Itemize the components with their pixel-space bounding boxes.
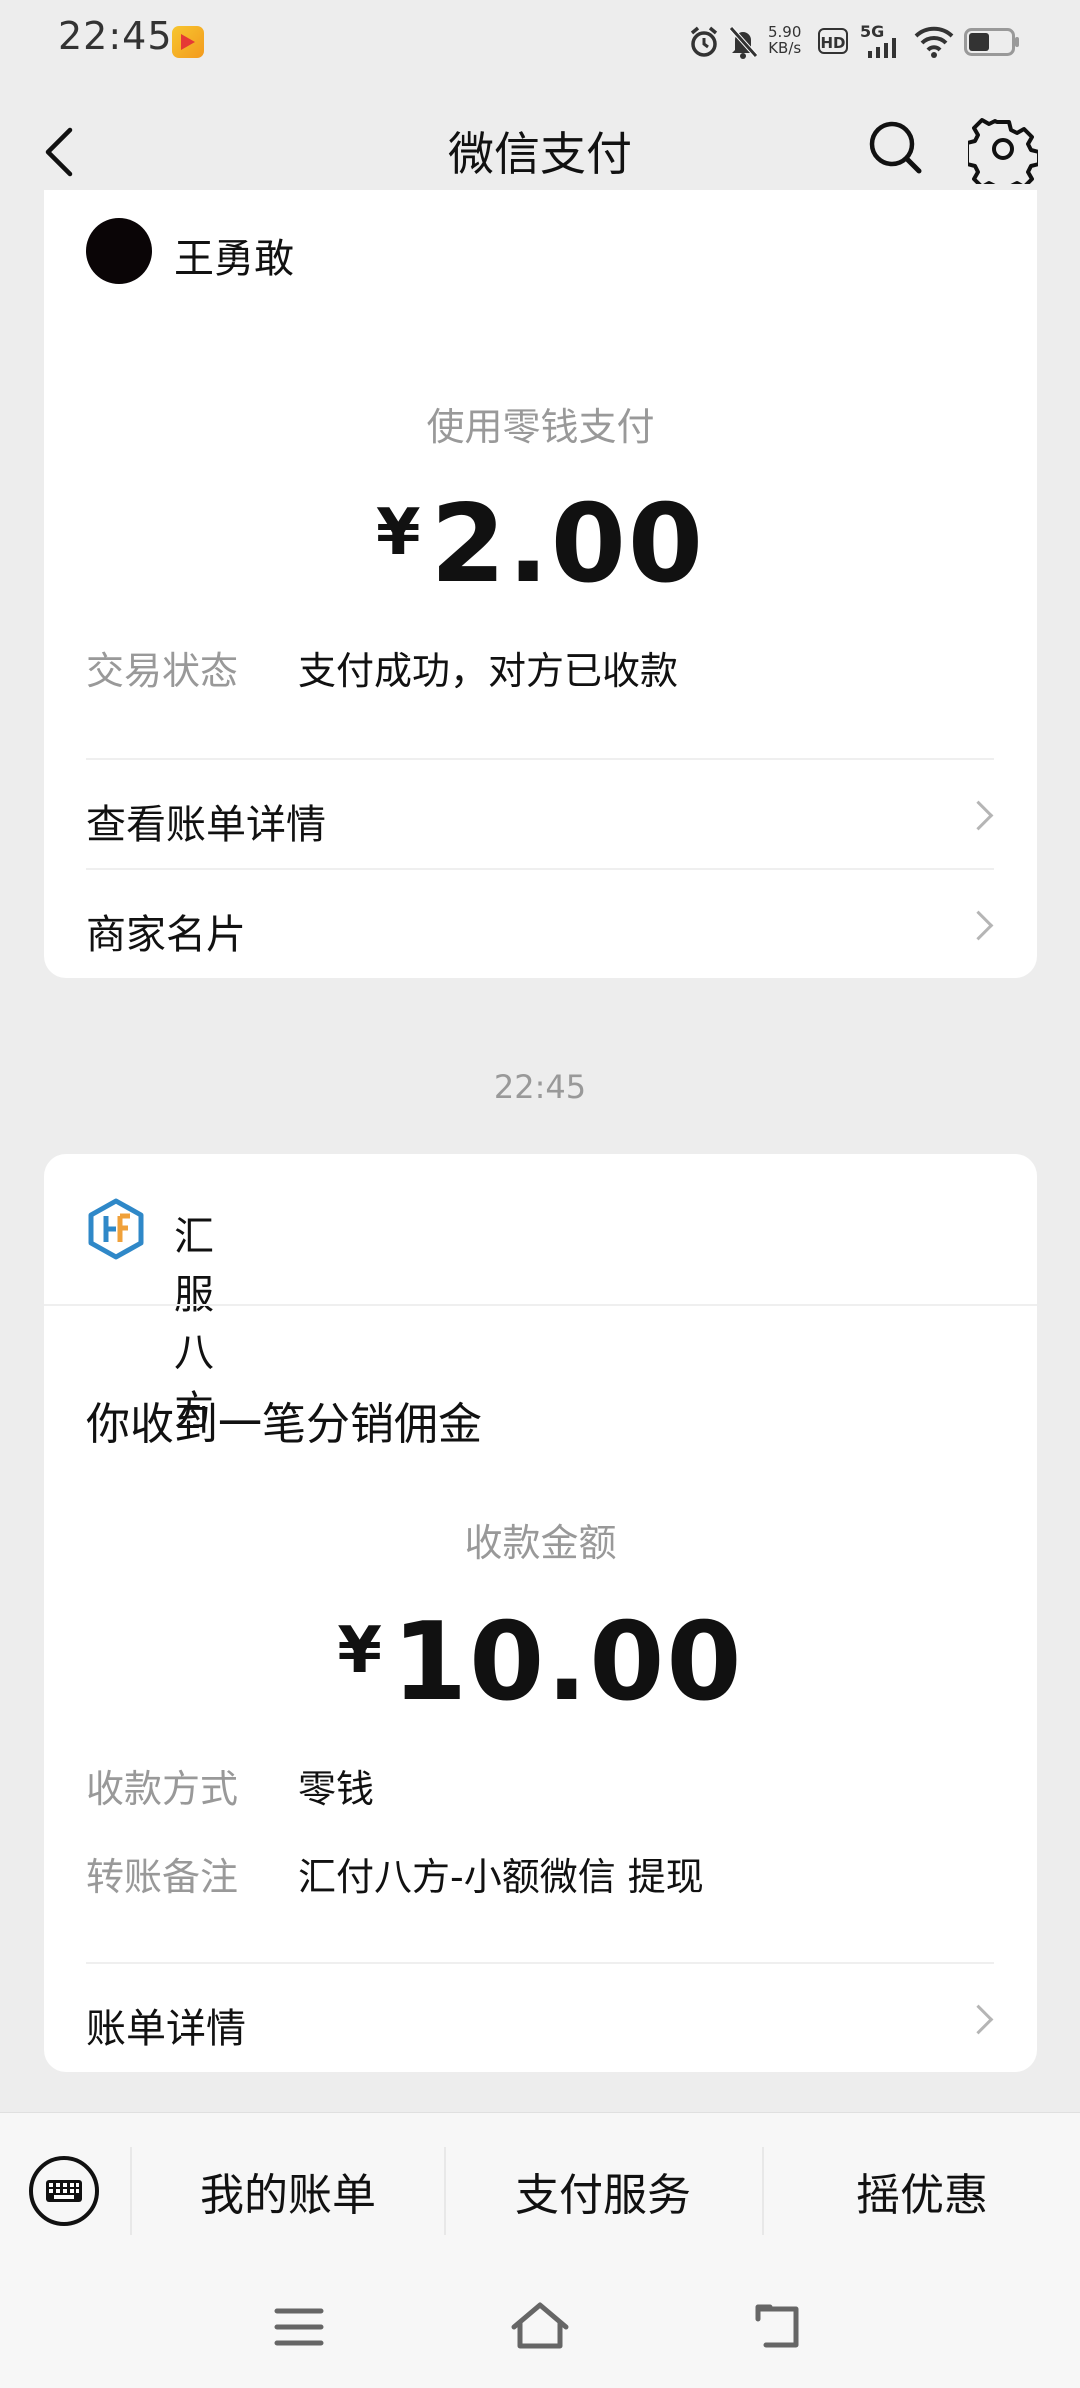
system-navigation-bar (0, 2267, 1080, 2388)
merchant-card-label: 商家名片 (86, 912, 246, 958)
chevron-right-icon (963, 800, 994, 831)
payment-services-tab[interactable]: 支付服务 (446, 2113, 760, 2268)
currency-symbol: ¥ (337, 1614, 382, 1688)
battery-icon (964, 28, 1019, 56)
payment-method-label: 收款方式 (86, 1767, 239, 1811)
alarm-icon (690, 26, 718, 57)
merchant-card-link[interactable]: 商家名片 (44, 870, 1037, 978)
status-time: 22:45 (58, 14, 173, 58)
bill-details-link[interactable]: 账单详情 (44, 1964, 1037, 2072)
avatar (86, 218, 152, 284)
amount-value: 2.00 (430, 482, 705, 607)
signal-icon (868, 38, 896, 58)
home-icon[interactable] (510, 2301, 570, 2349)
network-speed-value: 5.90 (768, 23, 802, 41)
shake-offers-label: 摇优惠 (856, 2169, 988, 2221)
mute-bell-icon (729, 26, 758, 59)
transfer-note-label: 转账备注 (86, 1855, 239, 1899)
back-icon[interactable] (752, 2303, 804, 2349)
search-button[interactable] (862, 114, 930, 182)
status-value: 支付成功，对方已收款 (298, 649, 679, 693)
page-title: 微信支付 (448, 127, 632, 181)
back-button[interactable] (30, 116, 90, 186)
gear-icon (965, 118, 1041, 196)
receipt-headline: 你收到一笔分销佣金 (86, 1399, 482, 1450)
search-icon (869, 121, 922, 174)
payment-services-label: 支付服务 (515, 2169, 691, 2221)
amount-label: 收款金额 (464, 1521, 617, 1565)
payment-card: 王勇敢 使用零钱支付 ¥2.00 交易状态 支付成功，对方已收款 查看账单详情 … (44, 190, 1037, 978)
view-bill-details-label: 查看账单详情 (86, 802, 326, 848)
video-app-notification-icon (172, 26, 204, 58)
transfer-note-value: 汇付八方-小额微信 提现 (298, 1855, 704, 1899)
payment-method-text: 使用零钱支付 (426, 405, 655, 449)
divider (44, 1304, 1037, 1306)
network-speed-unit: KB/s (768, 39, 802, 57)
chevron-right-icon (963, 2004, 994, 2035)
menu-icon[interactable] (274, 2307, 324, 2347)
my-bills-tab[interactable]: 我的账单 (132, 2113, 444, 2268)
wifi-icon (914, 26, 954, 58)
payment-method-value: 零钱 (298, 1767, 375, 1811)
settings-button[interactable] (965, 114, 1041, 196)
message-timestamp: 22:45 (493, 1068, 587, 1106)
bill-details-label: 账单详情 (86, 2006, 246, 2052)
view-bill-details-link[interactable]: 查看账单详情 (44, 760, 1037, 868)
payee-name: 王勇敢 (174, 236, 294, 282)
payment-amount: ¥2.00 (44, 482, 1037, 607)
amount-value: 10.00 (391, 1600, 744, 1725)
network-speed: 5.90 KB/s (768, 24, 801, 56)
shake-offers-tab[interactable]: 摇优惠 (764, 2113, 1080, 2268)
currency-symbol: ¥ (376, 496, 421, 570)
bottom-menu-bar: 我的账单 支付服务 摇优惠 (0, 2112, 1080, 2268)
keyboard-toggle-button[interactable] (28, 2155, 100, 2227)
receipt-amount: ¥10.00 (44, 1600, 1037, 1725)
chevron-right-icon (963, 910, 994, 941)
hd-badge: HD (818, 28, 848, 54)
receipt-card: 汇服八方 你收到一笔分销佣金 收款金额 ¥10.00 收款方式 零钱 转账备注 … (44, 1154, 1037, 2072)
chevron-left-icon (45, 127, 73, 177)
status-label: 交易状态 (86, 649, 239, 693)
my-bills-label: 我的账单 (200, 2169, 376, 2221)
merchant-logo-icon (88, 1198, 144, 1260)
status-bar: 22:45 5.90 KB/s HD 5G (0, 0, 1080, 86)
keyboard-icon (29, 2156, 99, 2226)
